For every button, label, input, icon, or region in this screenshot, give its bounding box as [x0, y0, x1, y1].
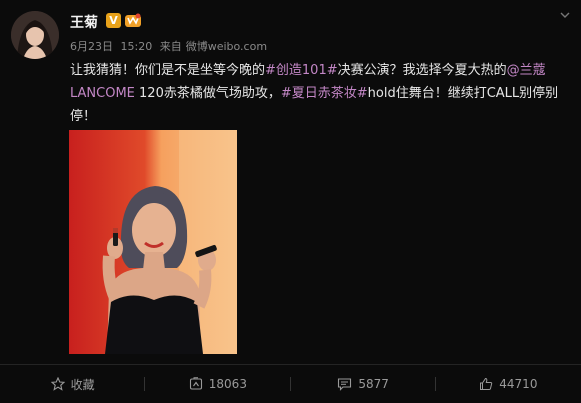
favorite-label: 收藏 — [70, 377, 95, 392]
thumbs-up-icon — [480, 377, 493, 390]
post-source[interactable]: 微博weibo.com — [186, 40, 267, 53]
repost-icon — [189, 377, 202, 390]
username[interactable]: 王菊 — [70, 12, 98, 32]
post-image[interactable] — [69, 130, 237, 354]
like-button[interactable]: 44710 — [436, 365, 581, 403]
like-count: 44710 — [499, 377, 538, 391]
repost-count: 18063 — [208, 377, 247, 391]
comment-button[interactable]: 5877 — [291, 365, 436, 403]
post-text: 让我猜猜！你们是不是坐等今晚的#创造101#决赛公演？我选择今夏大热的@兰蔻LA… — [70, 59, 570, 128]
avatar-image — [11, 11, 59, 59]
post-date[interactable]: 6月23日 — [70, 40, 113, 53]
hashtag-link[interactable]: #夏日赤茶妆# — [281, 86, 368, 101]
chevron-down-icon[interactable] — [559, 9, 571, 21]
comment-count: 5877 — [358, 377, 389, 391]
verified-badge-icon: V — [106, 13, 121, 28]
comment-icon — [338, 378, 352, 391]
text-segment: 决赛公演？我选择今夏大热的 — [337, 63, 507, 78]
text-segment: 让我猜猜！你们是不是坐等今晚的 — [70, 63, 266, 78]
hashtag-link[interactable]: #创造101# — [265, 63, 338, 78]
repost-button[interactable]: 18063 — [145, 365, 291, 403]
action-bar: 收藏 18063 5877 44710 — [0, 365, 581, 403]
star-icon — [50, 377, 65, 391]
text-segment: 120赤茶橘做气场助攻， — [134, 86, 281, 101]
avatar[interactable] — [11, 11, 59, 59]
post-time[interactable]: 15:20 — [121, 40, 153, 53]
post-meta: 6月23日 15:20 来自 微博weibo.com — [70, 38, 271, 54]
favorite-button[interactable]: 收藏 — [0, 365, 146, 403]
source-prefix: 来自 — [159, 40, 182, 53]
vip-member-icon — [125, 13, 141, 27]
post-photo — [69, 130, 237, 354]
